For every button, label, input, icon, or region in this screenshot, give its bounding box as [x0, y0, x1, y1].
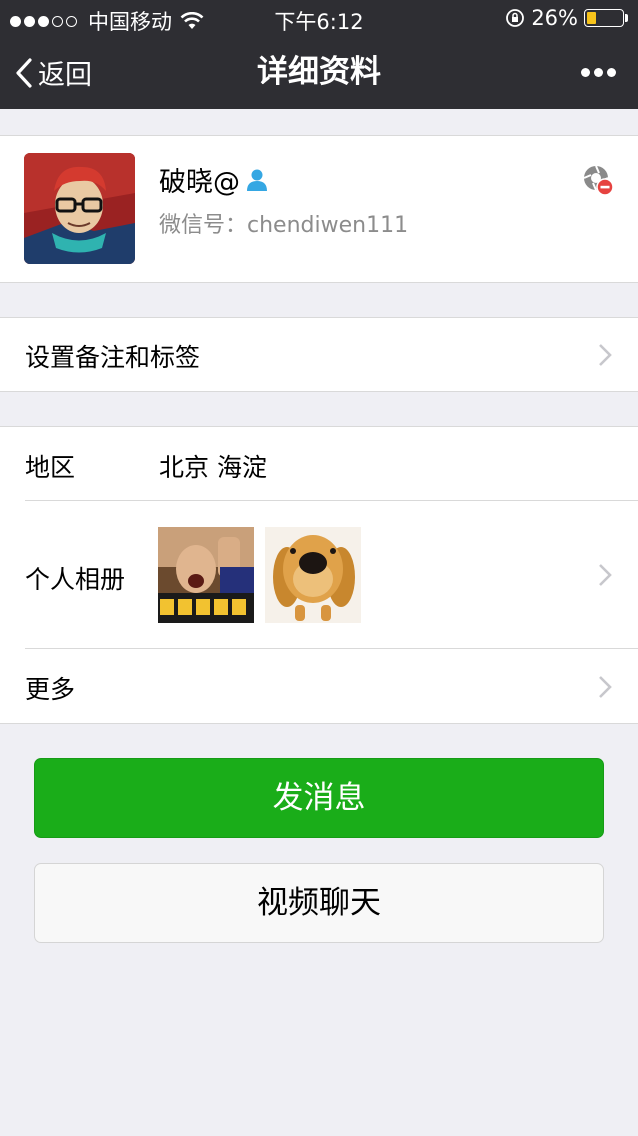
- info-group: 地区 北京 海淀 个人相册 更多: [0, 426, 638, 724]
- avatar-image: [24, 153, 135, 264]
- battery-percent: 26%: [531, 6, 578, 30]
- chevron-right-icon: [599, 344, 612, 366]
- remark-row[interactable]: 设置备注和标签: [0, 318, 638, 391]
- video-chat-button[interactable]: 视频聊天: [34, 863, 604, 943]
- remark-group: 设置备注和标签: [0, 317, 638, 392]
- album-photos: [158, 527, 372, 623]
- more-dots-icon: [594, 68, 603, 77]
- album-row[interactable]: 个人相册: [0, 501, 638, 649]
- wechat-id: 微信号：chendiwen111: [159, 207, 408, 239]
- remark-label: 设置备注和标签: [25, 343, 201, 372]
- profile-card: 破晓@ 微信号：chendiwen111: [0, 135, 638, 283]
- region-value: 北京 海淀: [159, 453, 267, 482]
- orientation-lock-icon: [506, 9, 525, 27]
- avatar[interactable]: [24, 153, 135, 264]
- album-photo-shouting-man: [158, 527, 254, 623]
- more-dots-icon: [607, 68, 616, 77]
- more-button[interactable]: [577, 36, 616, 109]
- wechat-id-label: 微信号：: [159, 213, 248, 238]
- album-label: 个人相册: [25, 565, 126, 594]
- page-title: 详细资料: [257, 54, 381, 90]
- album-photo-dog: [265, 527, 361, 623]
- more-label: 更多: [25, 675, 76, 704]
- nickname: 破晓@: [159, 160, 270, 199]
- status-right: 26%: [505, 6, 628, 30]
- region-row: 地区 北京 海淀: [0, 427, 638, 501]
- blocked-moments-button[interactable]: [582, 164, 616, 202]
- album-photo: [158, 527, 254, 623]
- wechat-id-value: chendiwen111: [247, 213, 409, 238]
- album-photo: [265, 527, 361, 623]
- more-row[interactable]: 更多: [0, 649, 638, 723]
- send-message-button[interactable]: 发消息: [34, 758, 604, 838]
- battery-icon: [584, 9, 624, 27]
- battery-fill: [587, 12, 596, 24]
- nickname-text: 破晓@: [159, 167, 240, 198]
- status-bar: 中国移动 下午6:12 26%: [0, 0, 638, 36]
- chevron-right-icon: [599, 676, 612, 698]
- battery-tip: [625, 14, 628, 22]
- more-dots-icon: [581, 68, 590, 77]
- blocked-moments-icon: [583, 165, 614, 196]
- male-gender-icon: [247, 169, 267, 191]
- region-label: 地区: [25, 453, 76, 482]
- navigation-bar: 返回 详细资料: [0, 36, 638, 109]
- chevron-right-icon: [599, 564, 612, 586]
